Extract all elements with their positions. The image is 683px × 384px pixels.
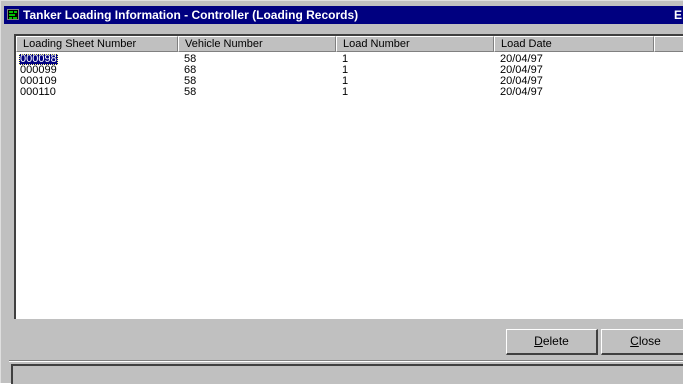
column-header-load-date[interactable]: Load Date: [494, 36, 654, 52]
close-button-hotkey: C: [630, 334, 639, 348]
column-header-filler[interactable]: [654, 36, 683, 52]
status-bar: [11, 364, 683, 384]
close-button-label: lose: [638, 334, 661, 348]
cell-vehicle-number: 58: [184, 86, 197, 98]
column-header-loading-sheet-number[interactable]: Loading Sheet Number: [16, 36, 178, 52]
list-rows: 000098 58 1 20/04/97 000099 68 1 20/04/9…: [16, 54, 683, 98]
divider: [9, 360, 683, 362]
window-title: Tanker Loading Information - Controller …: [23, 8, 359, 22]
main-window: Tanker Loading Information - Controller …: [0, 0, 683, 384]
column-header-load-number[interactable]: Load Number: [336, 36, 494, 52]
delete-button-hotkey: D: [534, 334, 543, 348]
table-row[interactable]: 000110 58 1 20/04/97: [16, 87, 683, 98]
title-clipped-text: E: [674, 8, 682, 22]
delete-button[interactable]: Delete: [506, 329, 598, 355]
delete-button-label: elete: [542, 334, 569, 348]
title-bar[interactable]: Tanker Loading Information - Controller …: [4, 6, 683, 24]
table-row[interactable]: 000099 68 1 20/04/97: [16, 65, 683, 76]
close-button[interactable]: Close: [601, 329, 683, 355]
cell-load-number: 1: [342, 86, 349, 98]
list-header: Loading Sheet Number Vehicle Number Load…: [16, 36, 683, 52]
app-icon[interactable]: [7, 9, 19, 20]
column-header-vehicle-number[interactable]: Vehicle Number: [178, 36, 336, 52]
table-row[interactable]: 000109 58 1 20/04/97: [16, 76, 683, 87]
cell-loading-sheet-number: 000110: [20, 86, 56, 98]
table-row[interactable]: 000098 58 1 20/04/97: [16, 54, 683, 65]
loading-records-list[interactable]: Loading Sheet Number Vehicle Number Load…: [14, 34, 683, 319]
cell-load-date: 20/04/97: [500, 86, 543, 98]
